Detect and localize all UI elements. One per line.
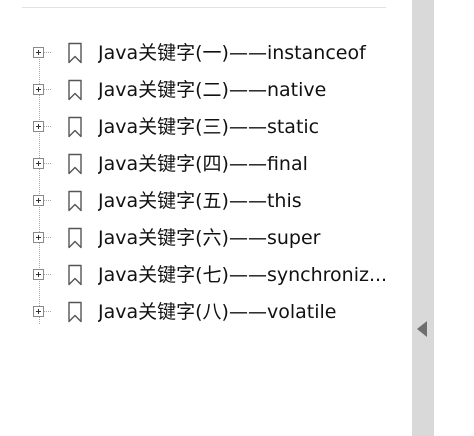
bookmark-item[interactable]: Java关键字(四)——final [0,146,412,183]
bookmark-item[interactable]: Java关键字(七)——synchroniz... [0,257,412,294]
triangle-left-icon [417,321,427,337]
collapse-sidebar-button[interactable] [412,319,434,339]
bookmark-item[interactable]: Java关键字(六)——super [0,220,412,257]
bookmark-label[interactable]: Java关键字(七)——synchroniz... [98,262,402,288]
bookmark-icon [68,264,82,286]
expand-plus-icon[interactable] [33,121,44,132]
bookmark-item[interactable]: Java关键字(一)——instanceof [0,35,412,72]
bookmark-icon [68,116,82,138]
bookmark-icon [68,153,82,175]
bookmark-label[interactable]: Java关键字(四)——final [98,151,402,177]
bookmark-icon [68,301,82,323]
expand-plus-icon[interactable] [33,158,44,169]
sidebar-splitter[interactable] [412,0,434,436]
tree-branch-line [44,237,51,238]
expand-plus-icon[interactable] [33,269,44,280]
bookmarks-panel: Java关键字(一)——instanceof Java关键字(二)——native… [0,0,412,436]
expand-plus-icon[interactable] [33,195,44,206]
bookmark-label[interactable]: Java关键字(八)——volatile [98,299,402,325]
bookmark-item[interactable]: Java关键字(三)——static [0,109,412,146]
bookmark-label[interactable]: Java关键字(六)——super [98,225,402,251]
bookmark-item[interactable]: Java关键字(二)——native [0,72,412,109]
expand-plus-icon[interactable] [33,84,44,95]
bookmark-icon [68,79,82,101]
tree-branch-line [44,126,51,127]
tree-branch-line [44,52,51,53]
bookmark-label[interactable]: Java关键字(一)——instanceof [98,40,402,66]
expand-plus-icon[interactable] [33,232,44,243]
bookmark-item[interactable]: Java关键字(八)——volatile [0,294,412,331]
bookmark-icon [68,227,82,249]
bookmark-label[interactable]: Java关键字(二)——native [98,77,402,103]
tree-branch-line [44,200,51,201]
bookmark-item[interactable]: Java关键字(五)——this [0,183,412,220]
tree-branch-line [44,89,51,90]
expand-plus-icon[interactable] [33,47,44,58]
bookmark-label[interactable]: Java关键字(五)——this [98,188,402,214]
tree-branch-line [44,274,51,275]
tree-branch-line [44,311,51,312]
tree-branch-line [44,163,51,164]
bookmark-icon [68,190,82,212]
bookmark-icon [68,42,82,64]
bookmark-tree: Java关键字(一)——instanceof Java关键字(二)——native… [0,35,412,331]
header-divider [22,7,386,8]
expand-plus-icon[interactable] [33,306,44,317]
bookmark-label[interactable]: Java关键字(三)——static [98,114,402,140]
document-area-edge [434,0,474,436]
